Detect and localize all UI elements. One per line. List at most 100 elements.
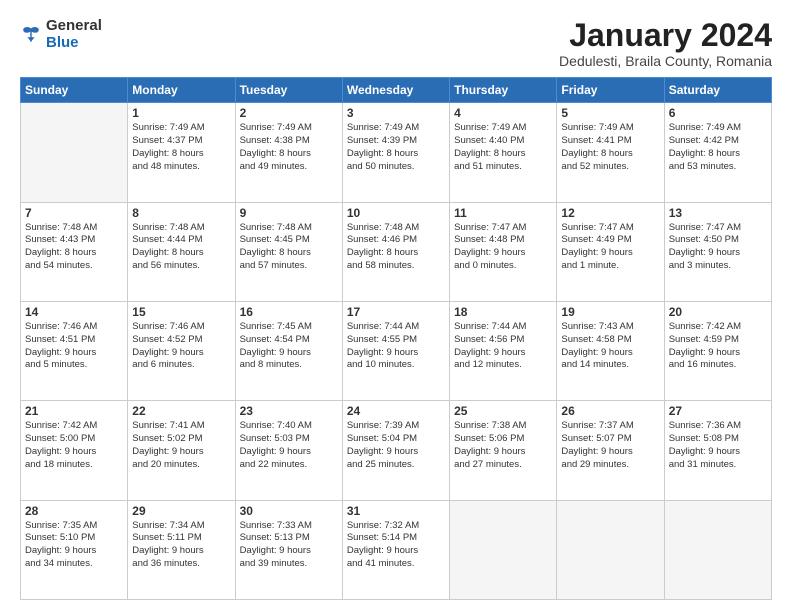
cell-info: Sunrise: 7:44 AMSunset: 4:56 PMDaylight:… — [454, 321, 552, 372]
day-number: 28 — [25, 504, 123, 518]
page: General Blue January 2024 Dedulesti, Bra… — [0, 0, 792, 612]
day-number: 24 — [347, 404, 445, 418]
day-cell: 4 Sunrise: 7:49 AMSunset: 4:40 PMDaylight… — [450, 103, 557, 202]
day-number: 5 — [561, 106, 659, 120]
day-cell: 23 Sunrise: 7:40 AMSunset: 5:03 PMDayligh… — [235, 401, 342, 500]
month-title: January 2024 — [559, 18, 772, 53]
day-cell: 26 Sunrise: 7:37 AMSunset: 5:07 PMDayligh… — [557, 401, 664, 500]
cell-info: Sunrise: 7:45 AMSunset: 4:54 PMDaylight:… — [240, 321, 338, 372]
day-cell: 18 Sunrise: 7:44 AMSunset: 4:56 PMDayligh… — [450, 301, 557, 400]
day-cell — [557, 500, 664, 599]
cell-info: Sunrise: 7:46 AMSunset: 4:52 PMDaylight:… — [132, 321, 230, 372]
day-cell: 27 Sunrise: 7:36 AMSunset: 5:08 PMDayligh… — [664, 401, 771, 500]
day-number: 13 — [669, 206, 767, 220]
day-number: 19 — [561, 305, 659, 319]
col-tuesday: Tuesday — [235, 78, 342, 103]
header: General Blue January 2024 Dedulesti, Bra… — [20, 18, 772, 69]
cell-info: Sunrise: 7:48 AMSunset: 4:46 PMDaylight:… — [347, 222, 445, 273]
cell-info: Sunrise: 7:38 AMSunset: 5:06 PMDaylight:… — [454, 420, 552, 471]
day-number: 17 — [347, 305, 445, 319]
cell-info: Sunrise: 7:42 AMSunset: 5:00 PMDaylight:… — [25, 420, 123, 471]
logo-blue: Blue — [46, 35, 102, 52]
cell-info: Sunrise: 7:42 AMSunset: 4:59 PMDaylight:… — [669, 321, 767, 372]
day-number: 31 — [347, 504, 445, 518]
location-subtitle: Dedulesti, Braila County, Romania — [559, 53, 772, 69]
title-block: January 2024 Dedulesti, Braila County, R… — [559, 18, 772, 69]
header-row: Sunday Monday Tuesday Wednesday Thursday… — [21, 78, 772, 103]
cell-info: Sunrise: 7:49 AMSunset: 4:41 PMDaylight:… — [561, 122, 659, 173]
day-cell — [21, 103, 128, 202]
day-cell: 24 Sunrise: 7:39 AMSunset: 5:04 PMDayligh… — [342, 401, 449, 500]
day-cell: 13 Sunrise: 7:47 AMSunset: 4:50 PMDayligh… — [664, 202, 771, 301]
day-cell: 8 Sunrise: 7:48 AMSunset: 4:44 PMDaylight… — [128, 202, 235, 301]
calendar-body: 1 Sunrise: 7:49 AMSunset: 4:37 PMDaylight… — [21, 103, 772, 600]
day-cell: 15 Sunrise: 7:46 AMSunset: 4:52 PMDayligh… — [128, 301, 235, 400]
day-number: 18 — [454, 305, 552, 319]
col-saturday: Saturday — [664, 78, 771, 103]
col-thursday: Thursday — [450, 78, 557, 103]
day-number: 12 — [561, 206, 659, 220]
day-number: 3 — [347, 106, 445, 120]
day-number: 23 — [240, 404, 338, 418]
day-number: 16 — [240, 305, 338, 319]
cell-info: Sunrise: 7:48 AMSunset: 4:45 PMDaylight:… — [240, 222, 338, 273]
cell-info: Sunrise: 7:33 AMSunset: 5:13 PMDaylight:… — [240, 520, 338, 571]
day-cell: 16 Sunrise: 7:45 AMSunset: 4:54 PMDayligh… — [235, 301, 342, 400]
week-row-3: 21Sunrise: 7:42 AMSunset: 5:00 PMDayligh… — [21, 401, 772, 500]
cell-info: Sunrise: 7:39 AMSunset: 5:04 PMDaylight:… — [347, 420, 445, 471]
day-cell: 19Sunrise: 7:43 AMSunset: 4:58 PMDayligh… — [557, 301, 664, 400]
cell-info: Sunrise: 7:47 AMSunset: 4:48 PMDaylight:… — [454, 222, 552, 273]
cell-info: Sunrise: 7:46 AMSunset: 4:51 PMDaylight:… — [25, 321, 123, 372]
cell-info: Sunrise: 7:49 AMSunset: 4:38 PMDaylight:… — [240, 122, 338, 173]
day-cell: 12Sunrise: 7:47 AMSunset: 4:49 PMDayligh… — [557, 202, 664, 301]
cell-info: Sunrise: 7:44 AMSunset: 4:55 PMDaylight:… — [347, 321, 445, 372]
day-cell: 7 Sunrise: 7:48 AMSunset: 4:43 PMDaylight… — [21, 202, 128, 301]
cell-info: Sunrise: 7:49 AMSunset: 4:42 PMDaylight:… — [669, 122, 767, 173]
day-cell: 5 Sunrise: 7:49 AMSunset: 4:41 PMDaylight… — [557, 103, 664, 202]
day-cell: 1 Sunrise: 7:49 AMSunset: 4:37 PMDaylight… — [128, 103, 235, 202]
cell-info: Sunrise: 7:47 AMSunset: 4:50 PMDaylight:… — [669, 222, 767, 273]
cell-info: Sunrise: 7:36 AMSunset: 5:08 PMDaylight:… — [669, 420, 767, 471]
day-cell: 10 Sunrise: 7:48 AMSunset: 4:46 PMDayligh… — [342, 202, 449, 301]
day-number: 8 — [132, 206, 230, 220]
day-cell — [450, 500, 557, 599]
day-number: 7 — [25, 206, 123, 220]
day-cell: 21Sunrise: 7:42 AMSunset: 5:00 PMDayligh… — [21, 401, 128, 500]
day-number: 1 — [132, 106, 230, 120]
week-row-4: 28 Sunrise: 7:35 AMSunset: 5:10 PMDayligh… — [21, 500, 772, 599]
day-cell: 28 Sunrise: 7:35 AMSunset: 5:10 PMDayligh… — [21, 500, 128, 599]
day-number: 27 — [669, 404, 767, 418]
day-number: 29 — [132, 504, 230, 518]
day-cell: 22 Sunrise: 7:41 AMSunset: 5:02 PMDayligh… — [128, 401, 235, 500]
day-number: 25 — [454, 404, 552, 418]
day-cell: 2 Sunrise: 7:49 AMSunset: 4:38 PMDaylight… — [235, 103, 342, 202]
cell-info: Sunrise: 7:35 AMSunset: 5:10 PMDaylight:… — [25, 520, 123, 571]
cell-info: Sunrise: 7:41 AMSunset: 5:02 PMDaylight:… — [132, 420, 230, 471]
logo-text: General Blue — [46, 18, 102, 51]
day-number: 22 — [132, 404, 230, 418]
day-cell: 31Sunrise: 7:32 AMSunset: 5:14 PMDayligh… — [342, 500, 449, 599]
week-row-2: 14Sunrise: 7:46 AMSunset: 4:51 PMDayligh… — [21, 301, 772, 400]
cell-info: Sunrise: 7:37 AMSunset: 5:07 PMDaylight:… — [561, 420, 659, 471]
cell-info: Sunrise: 7:48 AMSunset: 4:43 PMDaylight:… — [25, 222, 123, 273]
day-cell: 6 Sunrise: 7:49 AMSunset: 4:42 PMDaylight… — [664, 103, 771, 202]
day-cell: 3 Sunrise: 7:49 AMSunset: 4:39 PMDaylight… — [342, 103, 449, 202]
day-cell: 9Sunrise: 7:48 AMSunset: 4:45 PMDaylight… — [235, 202, 342, 301]
cell-info: Sunrise: 7:49 AMSunset: 4:37 PMDaylight:… — [132, 122, 230, 173]
col-sunday: Sunday — [21, 78, 128, 103]
col-monday: Monday — [128, 78, 235, 103]
day-number: 4 — [454, 106, 552, 120]
day-cell: 11Sunrise: 7:47 AMSunset: 4:48 PMDayligh… — [450, 202, 557, 301]
day-number: 26 — [561, 404, 659, 418]
day-number: 2 — [240, 106, 338, 120]
logo-icon — [20, 24, 42, 46]
day-number: 15 — [132, 305, 230, 319]
cell-info: Sunrise: 7:49 AMSunset: 4:40 PMDaylight:… — [454, 122, 552, 173]
day-number: 6 — [669, 106, 767, 120]
cell-info: Sunrise: 7:49 AMSunset: 4:39 PMDaylight:… — [347, 122, 445, 173]
day-cell: 29Sunrise: 7:34 AMSunset: 5:11 PMDayligh… — [128, 500, 235, 599]
week-row-1: 7 Sunrise: 7:48 AMSunset: 4:43 PMDaylight… — [21, 202, 772, 301]
cell-info: Sunrise: 7:48 AMSunset: 4:44 PMDaylight:… — [132, 222, 230, 273]
day-number: 10 — [347, 206, 445, 220]
cell-info: Sunrise: 7:40 AMSunset: 5:03 PMDaylight:… — [240, 420, 338, 471]
